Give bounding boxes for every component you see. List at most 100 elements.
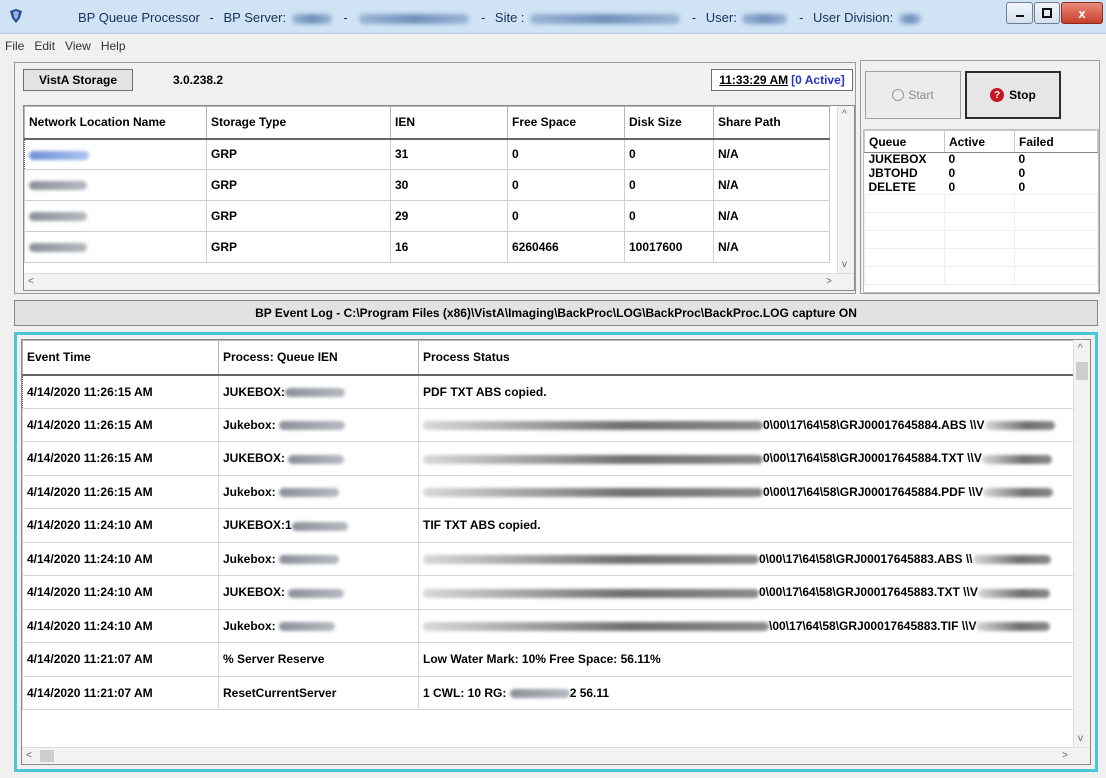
redacted-path	[423, 622, 769, 632]
app-name: BP Queue Processor	[78, 10, 200, 25]
event-log-grid[interactable]: Event Time Process: Queue IEN Process St…	[21, 339, 1091, 765]
redacted-location	[29, 243, 87, 253]
vertical-scrollbar[interactable]: ^ v	[837, 106, 854, 273]
redacted-location	[29, 181, 87, 191]
maximize-button[interactable]	[1034, 2, 1060, 24]
redacted-ien	[279, 555, 340, 565]
empty-row	[864, 230, 1098, 249]
event-log-panel: Event Time Process: Queue IEN Process St…	[14, 332, 1098, 772]
redacted-path-tail	[984, 421, 1055, 431]
status-cell: 1 CWL: 10 RG: 2 56.11	[418, 675, 1075, 710]
col-event-time[interactable]: Event Time	[22, 340, 219, 376]
table-row[interactable]: 4/14/2020 11:24:10 AM Jukebox: 0\00\17\6…	[22, 541, 1075, 576]
col-free-space[interactable]: Free Space	[507, 106, 625, 140]
scroll-down-icon[interactable]: v	[842, 259, 847, 270]
table-row[interactable]: GRP 30 0 0 N/A	[24, 169, 830, 201]
table-row[interactable]: JUKEBOX 0 0	[865, 153, 1098, 167]
table-row[interactable]: GRP 31 0 0 N/A	[24, 138, 830, 170]
col-active[interactable]: Active	[944, 130, 1015, 153]
empty-row	[864, 266, 1098, 285]
col-process-status[interactable]: Process Status	[418, 340, 1075, 376]
event-time-cell: 4/14/2020 11:26:15 AM	[22, 374, 219, 409]
scroll-right-icon[interactable]: >	[826, 276, 832, 287]
ien-cell: 31	[390, 138, 508, 170]
process-cell: JUKEBOX:	[218, 575, 419, 610]
redacted-ien	[279, 622, 336, 632]
redacted-ien	[288, 588, 345, 598]
menu-file[interactable]: File	[5, 36, 24, 56]
col-share-path[interactable]: Share Path	[713, 106, 830, 140]
table-row[interactable]: 4/14/2020 11:26:15 AM Jukebox: 0\00\17\6…	[22, 407, 1075, 442]
table-row[interactable]: 4/14/2020 11:26:15 AM Jukebox: 0\00\17\6…	[22, 474, 1075, 509]
table-row[interactable]: 4/14/2020 11:26:15 AM JUKEBOX: 0\00\17\6…	[22, 441, 1075, 476]
empty-row	[864, 212, 1098, 231]
col-storage-type[interactable]: Storage Type	[206, 106, 391, 140]
table-row[interactable]: 4/14/2020 11:21:07 AM % Server Reserve L…	[22, 642, 1075, 677]
col-process-queue-ien[interactable]: Process: Queue IEN	[218, 340, 419, 376]
storage-grid[interactable]: Network Location Name Storage Type IEN F…	[23, 105, 855, 291]
vista-storage-button[interactable]: VistA Storage	[23, 69, 133, 91]
minimize-button[interactable]	[1006, 2, 1033, 24]
redacted-ien	[279, 421, 346, 431]
menu-edit[interactable]: Edit	[34, 36, 55, 56]
storage-type-cell: GRP	[206, 231, 391, 263]
menu-view[interactable]: View	[65, 36, 91, 56]
share-path-cell: N/A	[713, 200, 830, 232]
clock-status: 11:33:29 AM [0 Active]	[711, 69, 853, 91]
status-cell: Low Water Mark: 10% Free Space: 56.11%	[418, 642, 1075, 677]
scroll-right-icon[interactable]: >	[1062, 750, 1068, 761]
col-failed[interactable]: Failed	[1014, 130, 1098, 153]
version-label: 3.0.238.2	[173, 73, 224, 87]
storage-type-cell: GRP	[206, 138, 391, 170]
table-row[interactable]: 4/14/2020 11:24:10 AM JUKEBOX:1 TIF TXT …	[22, 508, 1075, 543]
event-time-cell: 4/14/2020 11:24:10 AM	[22, 575, 219, 610]
scroll-up-icon[interactable]: ^	[1078, 343, 1083, 354]
process-cell: Jukebox:	[218, 407, 419, 442]
scroll-left-icon[interactable]: <	[26, 750, 32, 761]
table-row[interactable]: GRP 29 0 0 N/A	[24, 200, 830, 232]
stop-button[interactable]: ? Stop	[965, 71, 1061, 119]
col-network-location-name[interactable]: Network Location Name	[24, 106, 207, 140]
log-vertical-scrollbar[interactable]: ^ v	[1073, 340, 1090, 747]
table-row[interactable]: 4/14/2020 11:24:10 AM Jukebox: \00\17\64…	[22, 608, 1075, 643]
status-cell: TIF TXT ABS copied.	[418, 508, 1075, 543]
table-row[interactable]: JBTOHD 0 0	[865, 167, 1098, 181]
scroll-up-icon[interactable]: ^	[842, 109, 847, 120]
scroll-down-icon[interactable]: v	[1078, 733, 1083, 744]
col-disk-size[interactable]: Disk Size	[624, 106, 714, 140]
redacted-ien	[291, 521, 348, 531]
scroll-thumb[interactable]	[1076, 362, 1088, 380]
table-row[interactable]: 4/14/2020 11:26:15 AM JUKEBOX: PDF TXT A…	[22, 374, 1075, 409]
stop-icon: ?	[990, 88, 1005, 102]
table-row[interactable]: 4/14/2020 11:24:10 AM JUKEBOX: 0\00\17\6…	[22, 575, 1075, 610]
close-button[interactable]: x	[1061, 2, 1103, 24]
start-icon	[892, 89, 905, 101]
table-row[interactable]: DELETE 0 0	[865, 180, 1098, 195]
menu-help[interactable]: Help	[101, 36, 126, 56]
free-space-cell: 0	[507, 200, 625, 232]
col-queue[interactable]: Queue	[864, 130, 945, 153]
queue-failed-cell: 0	[1018, 166, 1026, 180]
table-row[interactable]: GRP 16 6260466 10017600 N/A	[24, 231, 830, 263]
status-cell: 0\00\17\64\58\GRJ00017645884.TXT \\V	[418, 441, 1075, 476]
status-cell: PDF TXT ABS copied.	[418, 374, 1075, 409]
status-cell: 0\00\17\64\58\GRJ00017645884.PDF \\V	[418, 474, 1075, 509]
queue-status-grid[interactable]: Queue Active Failed JUKEBOX 0 0 JBTOHD 0…	[863, 129, 1099, 293]
location-name-cell[interactable]	[24, 138, 207, 170]
table-row[interactable]: 4/14/2020 11:21:07 AM ResetCurrentServer…	[22, 675, 1075, 710]
storage-type-cell: GRP	[206, 200, 391, 232]
col-ien[interactable]: IEN	[390, 106, 508, 140]
ien-cell: 30	[390, 169, 508, 201]
start-button[interactable]: Start	[865, 71, 961, 119]
queue-active-cell: 0	[948, 152, 956, 167]
location-name-cell	[24, 169, 207, 201]
hscroll-thumb[interactable]	[40, 750, 54, 762]
log-horizontal-scrollbar[interactable]: < >	[22, 747, 1090, 764]
scroll-left-icon[interactable]: <	[28, 276, 34, 287]
redacted-path-tail	[981, 454, 1052, 464]
redacted-rg	[509, 689, 570, 699]
horizontal-scrollbar[interactable]: < >	[24, 273, 854, 290]
event-time-cell: 4/14/2020 11:26:15 AM	[22, 441, 219, 476]
redacted-ien	[279, 488, 340, 498]
redacted-division	[898, 13, 921, 24]
